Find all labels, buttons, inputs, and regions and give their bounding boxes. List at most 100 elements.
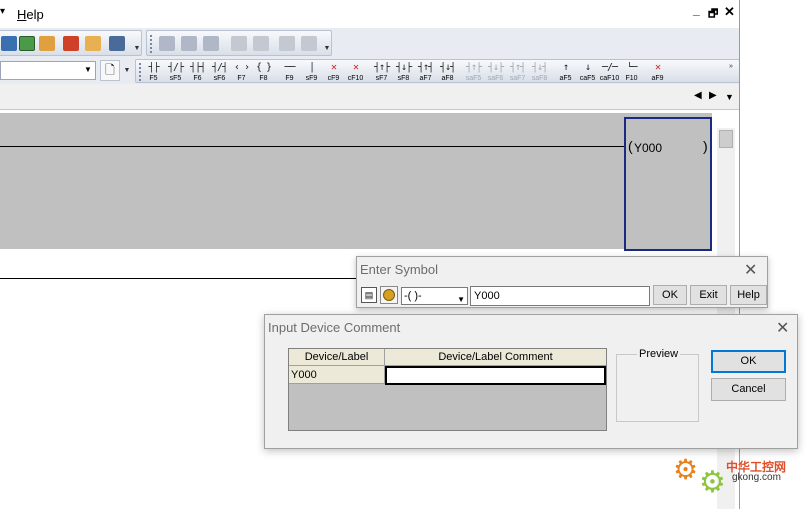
toolbar-grip[interactable] [139,63,142,81]
ladder-convert-icon[interactable] [203,36,219,51]
ladder-button-sf7[interactable]: ┤↑├ sF7 [371,62,392,84]
verify-icon[interactable] [85,36,101,51]
statement-icon[interactable] [301,36,317,51]
ladder-button-key: aF8 [441,75,454,82]
device-input[interactable]: Y000 [470,286,650,306]
comment-grid: Device/Label Device/Label Comment Y000 [288,348,607,431]
ladder-button-af7[interactable]: ┤↑┤ aF7 [415,62,436,84]
ladder-button-saf5[interactable]: ┤↑├ saF5 [463,62,484,84]
replace-icon[interactable] [253,36,269,51]
toolbar-chevron-icon[interactable]: ▼ [123,66,131,76]
enter-symbol-dialog: Enter Symbol ✕ ▤ -( )- ▼ Y000 OK Exit He… [356,256,768,308]
minimize-icon[interactable]: _ [693,3,700,17]
preview-box [616,354,699,422]
ladder-symbol-icon: ┤↓├ [395,62,412,73]
ladder-button-sf5[interactable]: ┤/├ sF5 [165,62,186,84]
ladder-button-saf7[interactable]: ┤↑┤ saF7 [507,62,528,84]
ladder-button-f7[interactable]: ‹ › F7 [231,62,252,84]
watermark: ⚙ ⚙ 中华工控网 gkong.com [671,452,801,500]
ladder-symbol-icon: └─ [626,62,637,73]
ladder-cursor[interactable]: ( Y000 ) [624,117,712,251]
ladder-button-key: sF9 [305,75,318,82]
ladder-symbol-icon: ┤↑├ [465,62,482,73]
ladder-button-cf10[interactable]: ✕ cF10 [345,62,366,84]
device-combo[interactable]: ▼ [0,61,96,80]
close-icon[interactable]: ✕ [744,260,757,280]
ladder-button-af5[interactable]: ↑ aF5 [555,62,576,84]
restore-icon[interactable]: 🗗 [708,5,718,24]
transfer-icon[interactable] [63,36,79,51]
chevron-down-icon[interactable]: ▼ [84,65,92,74]
cancel-button[interactable]: Cancel [711,378,786,401]
ladder-insert-icon[interactable] [159,36,175,51]
ladder-symbol-icon: │ [308,62,315,73]
toolbar-overflow-icon[interactable]: » [727,62,735,72]
ladder-button-cf9[interactable]: ✕ cF9 [323,62,344,84]
help-button[interactable]: Help [730,285,767,305]
input-device-comment-dialog: Input Device Comment ✕ Device/Label Devi… [264,314,798,449]
close-icon[interactable]: ✕ [724,4,735,20]
ladder-symbol-icon: ─/─ [601,62,618,73]
ladder-symbol-icon: ✕ [330,62,337,73]
ladder-button-sf9[interactable]: │ sF9 [301,62,322,84]
new-page-icon[interactable]: 🗋 [100,60,120,81]
ladder-delete-icon[interactable] [181,36,197,51]
monitor-icon[interactable] [1,36,17,51]
instruction-select-value: -( )- [404,290,422,302]
ladder-button-key: cF9 [327,75,340,82]
ladder-button-key: saF5 [465,75,482,82]
ladder-button-caf10[interactable]: ─/─ caF10 [599,62,620,84]
ok-button[interactable]: OK [653,285,687,305]
menu-arrow-icon: ▾ [0,6,6,17]
ladder-button-key: saF8 [531,75,548,82]
comment-icon[interactable] [279,36,295,51]
ladder-button-caf5[interactable]: ↓ caF5 [577,62,598,84]
notebook-icon[interactable]: ▤ [361,287,377,303]
ladder-symbol-icon: ┤├ [148,62,159,73]
exit-button[interactable]: Exit [690,285,727,305]
ok-button[interactable]: OK [711,350,786,373]
ladder-symbol-icon: ┤/├ [167,62,184,73]
tab-list-icon[interactable]: ▼ [725,92,734,102]
ladder-button-af8[interactable]: ┤↓┤ aF8 [437,62,458,84]
ladder-button-f9[interactable]: ── F9 [279,62,300,84]
ladder-button-saf8[interactable]: ┤↓┤ saF8 [529,62,550,84]
menu-bar: ▾ Help _ 🗗 ✕ [0,0,739,28]
ladder-button-f8[interactable]: { } F8 [253,62,274,84]
read-plc-icon[interactable] [19,36,35,51]
ladder-symbol-icon: ┤├┤ [189,62,206,73]
comment-input-cell[interactable] [385,366,606,385]
ladder-symbol-icon: ┤↓├ [487,62,504,73]
computer-icon[interactable] [109,36,125,51]
ladder-button-f5[interactable]: ┤├ F5 [143,62,164,84]
ladder-button-af9[interactable]: ✕ aF9 [647,62,668,84]
tab-bar: ◀ ▶ ▼ [0,84,739,110]
comment-toggle-icon[interactable] [380,286,398,304]
ladder-button-f10[interactable]: └─ F10 [621,62,642,84]
ladder-rung[interactable]: ( Y000 ) [0,113,712,251]
ladder-button-saf6[interactable]: ┤↓├ saF6 [485,62,506,84]
scrollbar-thumb[interactable] [719,130,733,148]
menu-help[interactable]: Help [17,7,44,22]
tab-next-icon[interactable]: ▶ [709,90,717,101]
ladder-symbol-icon: ✕ [654,62,661,73]
find-icon[interactable] [231,36,247,51]
toolbar-grip[interactable] [150,35,153,53]
ladder-button-sf6[interactable]: ┤/┤ sF6 [209,62,230,84]
write-icon[interactable] [39,36,55,51]
ladder-symbol-icon: ┤↑├ [373,62,390,73]
ladder-button-sf8[interactable]: ┤↓├ sF8 [393,62,414,84]
toolbar-group-project: ▼ [0,30,142,56]
dialog-title: Input Device Comment [268,320,401,335]
ladder-editor[interactable]: ( Y000 ) [0,110,739,509]
tab-prev-icon[interactable]: ◀ [694,90,702,101]
chevron-down-icon[interactable]: ▼ [457,292,465,308]
toolbar-chevron-icon[interactable]: ▼ [133,44,141,54]
gear-icon: ⚙ [673,454,699,485]
close-icon[interactable]: ✕ [776,318,789,338]
ladder-button-f6[interactable]: ┤├┤ F6 [187,62,208,84]
toolbar-chevron-icon[interactable]: ▼ [323,44,331,54]
instruction-select[interactable]: -( )- ▼ [401,287,468,305]
rung-line [0,146,624,147]
ladder-button-key: aF9 [651,75,664,82]
